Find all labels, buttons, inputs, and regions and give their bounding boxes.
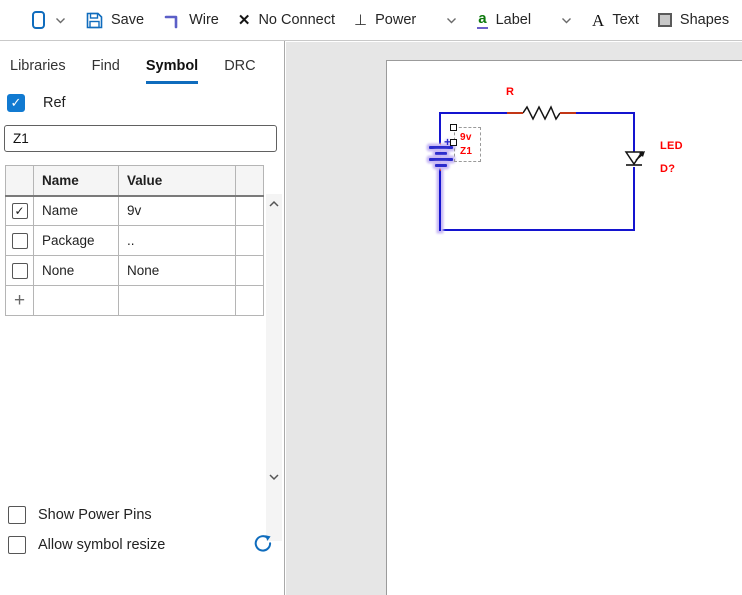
allow-symbol-resize-checkbox[interactable] <box>8 536 26 554</box>
show-power-pins-row: Show Power Pins <box>8 506 152 524</box>
text-button[interactable]: A Text <box>592 12 639 29</box>
schematic-canvas[interactable]: + 9v Z1 R LED D? <box>286 42 742 595</box>
ref-label: Ref <box>43 95 66 111</box>
row-action-cell <box>236 196 264 226</box>
wire-right-upper[interactable] <box>633 112 635 153</box>
table-header-row: Name Value <box>6 166 264 196</box>
table-row: Package .. <box>6 226 264 256</box>
prop-name-cell[interactable]: Name <box>34 196 119 226</box>
label-button[interactable]: a Label <box>477 11 531 29</box>
resistor-pin-left[interactable] <box>507 112 523 114</box>
wire-label: Wire <box>189 12 219 28</box>
add-property-button[interactable]: + <box>14 290 25 311</box>
resistor-pin-right[interactable] <box>560 112 576 114</box>
show-power-pins-label: Show Power Pins <box>38 507 152 523</box>
led-symbol[interactable] <box>622 151 648 169</box>
shapes-icon <box>658 13 672 27</box>
header-name: Name <box>34 166 119 196</box>
row-action-cell <box>236 256 264 286</box>
chevron-down-icon <box>560 14 573 27</box>
header-actions-col <box>236 166 264 196</box>
save-button[interactable]: Save <box>86 12 144 29</box>
toolbar: Save Wire ✕ No Connect ⊥ Power a Label A… <box>0 0 742 41</box>
led-ref-label[interactable]: D? <box>660 163 675 175</box>
ref-input[interactable] <box>4 125 277 152</box>
refresh-icon[interactable] <box>252 533 274 555</box>
power-icon: ⊥ <box>354 13 367 28</box>
prop-name-cell[interactable]: Package <box>34 226 119 256</box>
blank-shape-icon <box>32 11 45 29</box>
prop-value-cell[interactable]: None <box>119 256 236 286</box>
battery-value-label[interactable]: 9v <box>460 132 472 143</box>
power-button[interactable]: ⊥ Power <box>354 12 416 28</box>
ref-row: Ref <box>7 94 284 112</box>
properties-table: Name Value Name 9v Package .. None None <box>5 165 264 316</box>
wire-icon <box>163 11 181 29</box>
tab-drc[interactable]: DRC <box>224 58 255 84</box>
label-icon: a <box>477 11 487 29</box>
row-checkbox[interactable] <box>12 233 28 249</box>
power-dropdown-button[interactable] <box>445 14 458 27</box>
panel-scrollbar[interactable] <box>266 194 282 541</box>
header-checkbox-col <box>6 166 34 196</box>
tab-find[interactable]: Find <box>92 58 120 84</box>
scroll-up-icon[interactable] <box>268 198 280 210</box>
row-action-cell <box>236 226 264 256</box>
battery-plate-short[interactable] <box>435 152 447 155</box>
power-label: Power <box>375 12 416 28</box>
shape-dropdown-button[interactable] <box>54 14 67 27</box>
no-connect-icon: ✕ <box>238 13 251 28</box>
no-connect-label: No Connect <box>258 12 335 28</box>
prop-value-cell[interactable]: .. <box>119 226 236 256</box>
save-label: Save <box>111 12 144 28</box>
resistor-ref-label[interactable]: R <box>506 86 514 98</box>
scroll-down-icon[interactable] <box>268 471 280 483</box>
wire-right-lower[interactable] <box>633 167 635 231</box>
tab-libraries[interactable]: Libraries <box>10 58 66 84</box>
battery-ref-label[interactable]: Z1 <box>460 146 472 157</box>
header-value: Value <box>119 166 236 196</box>
schematic-sheet[interactable]: + 9v Z1 R LED D? <box>386 60 742 595</box>
row-checkbox[interactable] <box>12 203 28 219</box>
allow-symbol-resize-row: Allow symbol resize <box>8 536 165 554</box>
tab-symbol[interactable]: Symbol <box>146 58 198 84</box>
prop-name-cell[interactable]: None <box>34 256 119 286</box>
properties-panel: Libraries Find Symbol DRC Ref Name Value… <box>0 41 285 595</box>
row-checkbox[interactable] <box>12 263 28 279</box>
no-connect-button[interactable]: ✕ No Connect <box>238 12 335 28</box>
wire-top-right[interactable] <box>576 112 635 114</box>
text-label: Text <box>612 12 639 28</box>
battery-plate-long[interactable] <box>429 158 453 161</box>
schematic-editor-window: Save Wire ✕ No Connect ⊥ Power a Label A… <box>0 0 742 595</box>
chevron-down-icon <box>445 14 458 27</box>
show-power-pins-checkbox[interactable] <box>8 506 26 524</box>
save-icon <box>86 12 103 29</box>
selection-handle[interactable] <box>450 124 457 131</box>
label-dropdown-button[interactable] <box>560 14 573 27</box>
prop-value-cell[interactable]: 9v <box>119 196 236 226</box>
shapes-button[interactable]: Shapes <box>658 12 729 28</box>
table-row: None None <box>6 256 264 286</box>
table-row: Name 9v <box>6 196 264 226</box>
new-shape-button[interactable] <box>32 11 45 29</box>
wire-top-left[interactable] <box>439 112 507 114</box>
panel-tabs: Libraries Find Symbol DRC <box>0 41 284 84</box>
led-label[interactable]: LED <box>660 140 683 152</box>
resistor-symbol[interactable] <box>523 105 560 121</box>
wire-left-lower[interactable] <box>439 168 441 231</box>
shapes-label: Shapes <box>680 12 729 28</box>
wire-button[interactable]: Wire <box>163 11 219 29</box>
allow-symbol-resize-label: Allow symbol resize <box>38 537 165 553</box>
ref-checkbox[interactable] <box>7 94 25 112</box>
label-label: Label <box>496 12 531 28</box>
wire-bottom[interactable] <box>439 229 635 231</box>
text-icon: A <box>592 12 604 29</box>
battery-plate-short[interactable] <box>435 164 447 167</box>
add-property-row: + <box>6 286 264 316</box>
chevron-down-icon <box>54 14 67 27</box>
selection-handle[interactable] <box>450 139 457 146</box>
wire-left-upper[interactable] <box>439 112 441 144</box>
